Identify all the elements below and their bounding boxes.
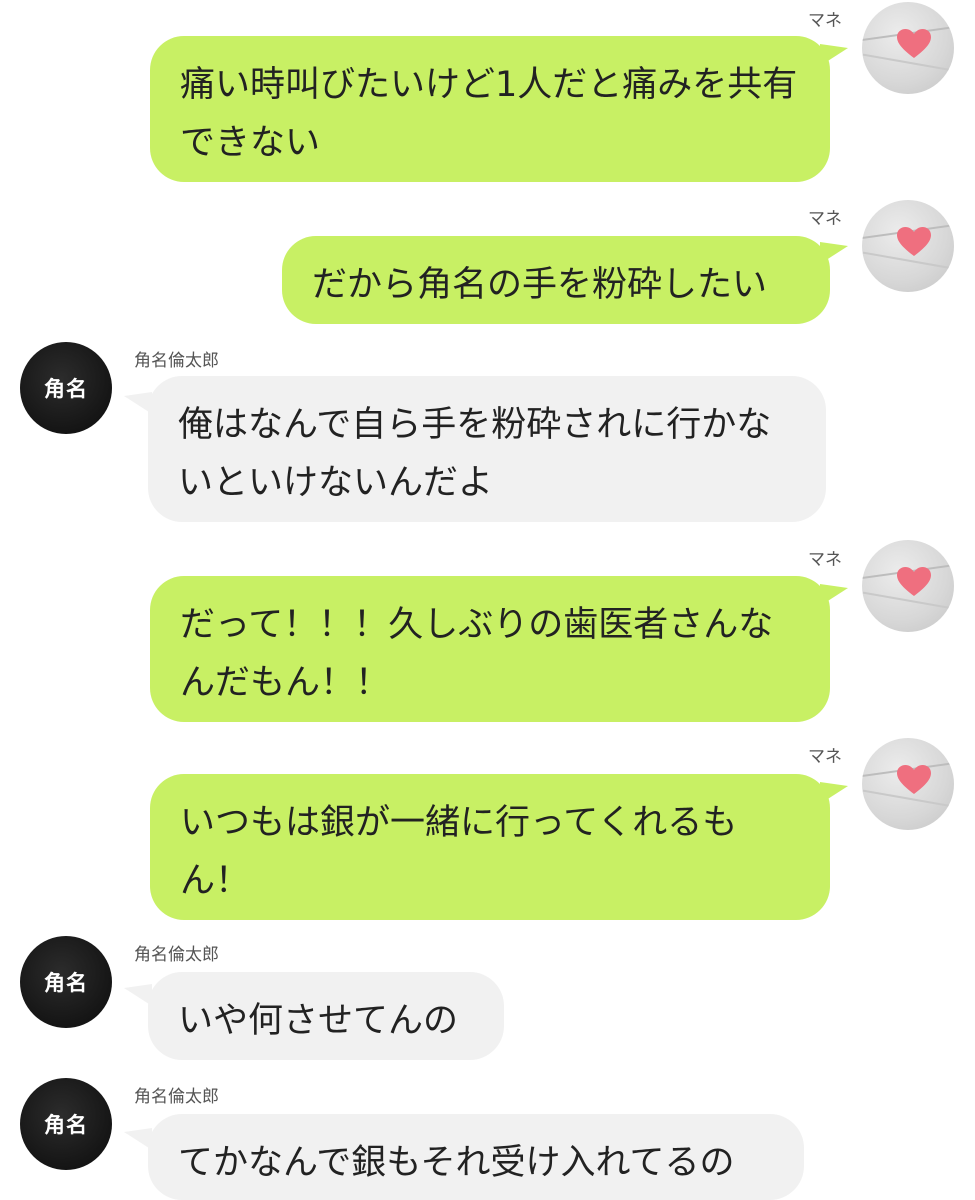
heart-icon (897, 227, 931, 256)
avatar[interactable] (862, 738, 954, 830)
sender-name: 角名倫太郎 (134, 351, 219, 371)
sender-name: マネ (808, 209, 842, 229)
avatar[interactable]: 角名 (20, 342, 112, 434)
heart-icon (897, 765, 931, 794)
message-bubble[interactable]: いや何させてんの (148, 972, 504, 1060)
avatar[interactable]: 角名 (20, 1078, 112, 1170)
sender-name: 角名倫太郎 (134, 945, 219, 965)
avatar[interactable] (862, 200, 954, 292)
heart-icon (897, 567, 931, 596)
sender-name: 角名倫太郎 (134, 1087, 219, 1107)
message-bubble[interactable]: 俺はなんで自ら手を粉砕されに行かないといけないんだよ (148, 376, 826, 522)
message-bubble[interactable]: だって！！！久しぶりの歯医者さんなんだもん！！ (150, 576, 830, 722)
sender-name: マネ (808, 747, 842, 767)
message-bubble[interactable]: 痛い時叫びたいけど1人だと痛みを共有できない (150, 36, 830, 182)
message-bubble[interactable]: てかなんで銀もそれ受け入れてるの (148, 1114, 804, 1200)
avatar[interactable] (862, 540, 954, 632)
message-bubble[interactable]: いつもは銀が一緒に行ってくれるもん！ (150, 774, 830, 920)
sender-name: マネ (808, 11, 842, 31)
message-bubble[interactable]: だから角名の手を粉砕したい (282, 236, 830, 324)
avatar[interactable] (862, 2, 954, 94)
avatar[interactable]: 角名 (20, 936, 112, 1028)
heart-icon (897, 29, 931, 58)
sender-name: マネ (808, 550, 842, 570)
